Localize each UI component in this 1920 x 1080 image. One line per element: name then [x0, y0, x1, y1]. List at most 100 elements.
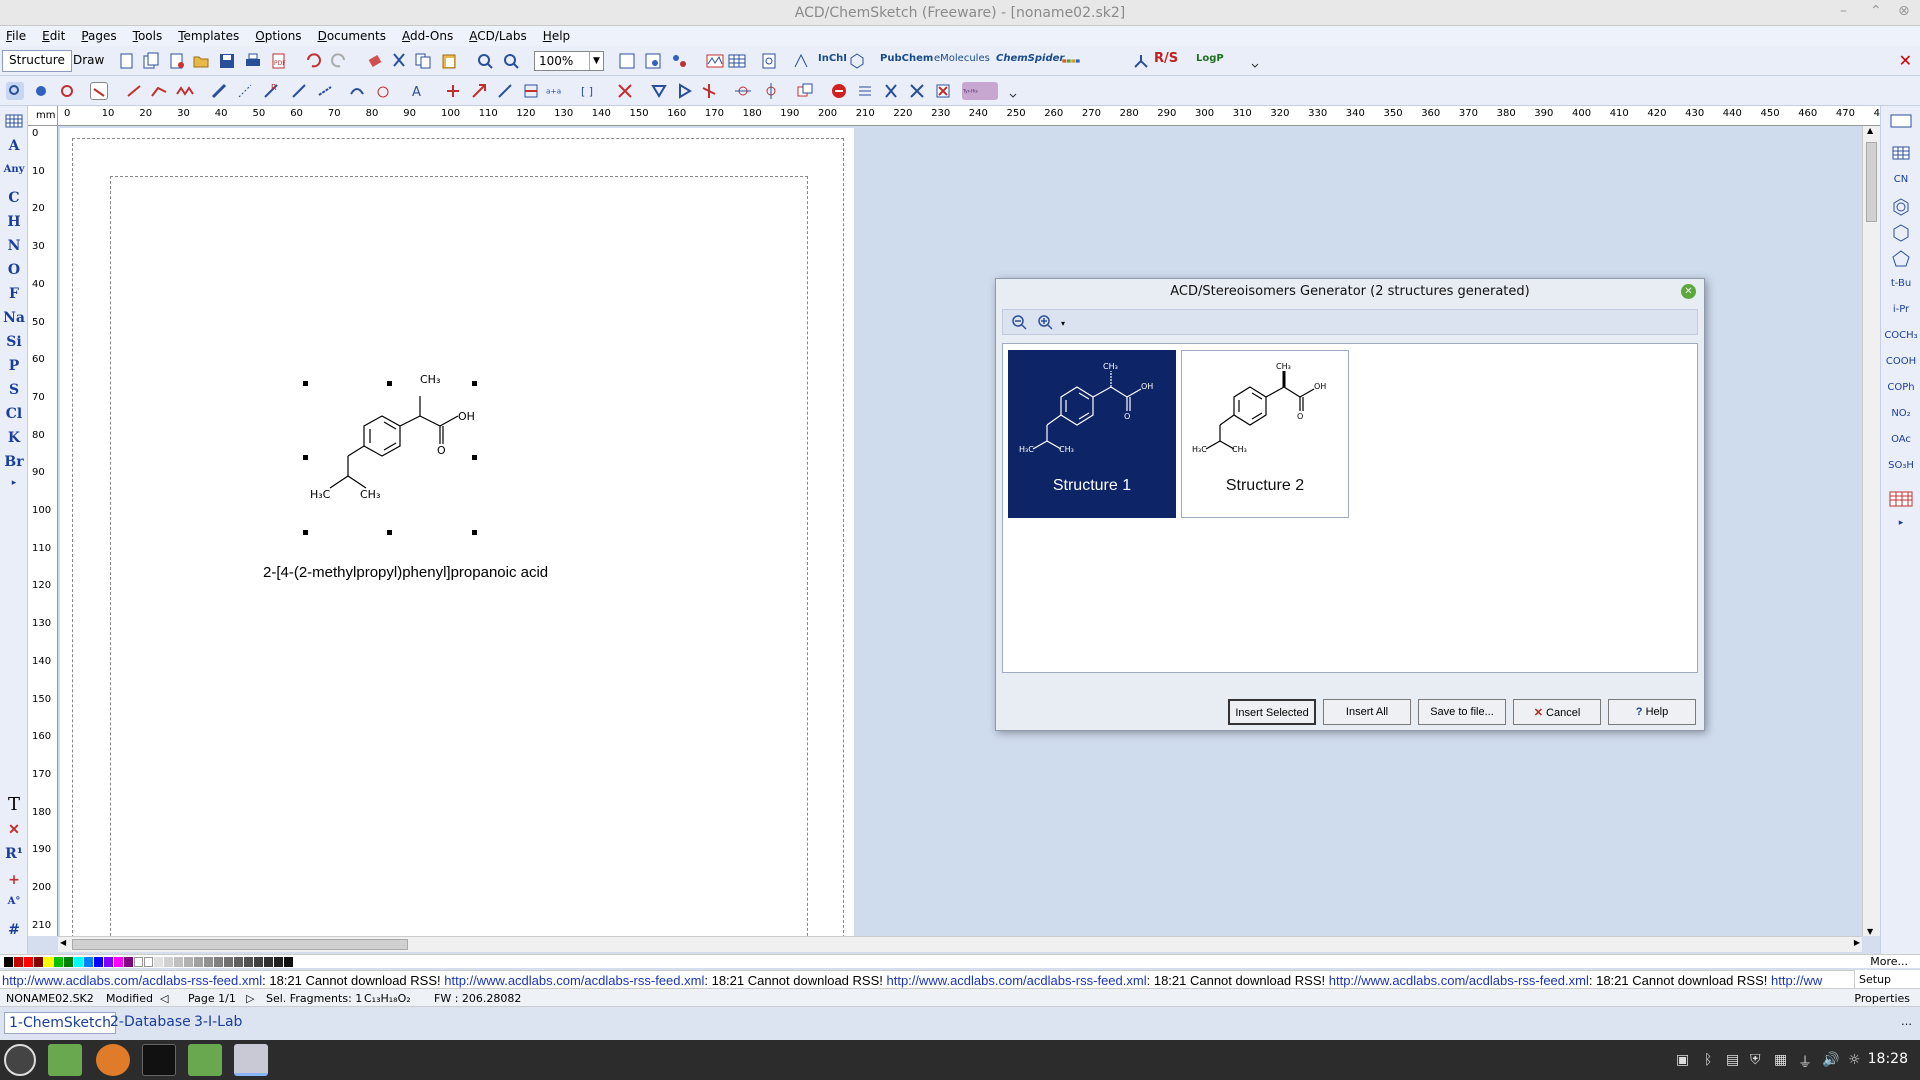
chain-icon[interactable]: [150, 82, 168, 100]
lasso-icon[interactable]: [90, 82, 108, 100]
element-k[interactable]: K: [0, 430, 28, 446]
stereo-icon[interactable]: [1132, 52, 1150, 70]
open-icon[interactable]: [192, 52, 210, 70]
molecule-model-icon[interactable]: [670, 52, 688, 70]
brightness-icon[interactable]: ☼: [1848, 1052, 1861, 1068]
update-icon[interactable]: ▦: [1774, 1052, 1787, 1068]
expand-elements-icon[interactable]: ▸: [0, 478, 28, 488]
color-swatch[interactable]: [34, 957, 43, 967]
element-br[interactable]: Br: [0, 454, 28, 470]
chemsketch-taskbar-icon[interactable]: [234, 1044, 268, 1076]
rss-url[interactable]: http://www.acdlabs.com/acdlabs-rss-feed.…: [1329, 973, 1589, 988]
save-icon[interactable]: [218, 52, 236, 70]
redo-icon[interactable]: [330, 52, 348, 70]
radical-ipr[interactable]: i-Pr: [1881, 304, 1920, 315]
network-monitor-icon[interactable]: ▣: [1676, 1052, 1689, 1068]
radical-table-icon[interactable]: [1881, 490, 1920, 511]
name-structure-icon[interactable]: [792, 52, 810, 70]
hydrogen-tool-icon[interactable]: [856, 82, 874, 100]
radical-tbu[interactable]: t-Bu: [1881, 278, 1920, 289]
dictionary-icon[interactable]: [760, 52, 778, 70]
tab-database[interactable]: 2-Database: [106, 1012, 195, 1032]
zoom-out-icon[interactable]: [1011, 314, 1027, 333]
replace-atom-icon[interactable]: a+a: [546, 82, 568, 100]
vertical-scroll-thumb[interactable]: [1866, 142, 1877, 222]
pdf-icon[interactable]: PDF: [270, 52, 288, 70]
molecule-name-label[interactable]: 2-[4-(2-methylpropyl)phenyl]propanoic ac…: [263, 564, 548, 581]
atom-properties-icon[interactable]: A°: [0, 896, 28, 907]
insert-selected-button[interactable]: Insert Selected: [1228, 699, 1316, 725]
radical-coph[interactable]: COPh: [1881, 382, 1920, 393]
more-tools-icon[interactable]: [1246, 52, 1259, 70]
color-swatch[interactable]: [14, 957, 23, 967]
reaction-icon[interactable]: R: [262, 82, 280, 100]
setup-rss-button[interactable]: Setup RSS: [1854, 970, 1920, 999]
shield-icon[interactable]: ⛨: [1750, 1052, 1761, 1068]
structure-card-2[interactable]: CH₃ OH O H₃C CH₃ Structure 2: [1181, 350, 1349, 518]
color-swatch[interactable]: [124, 957, 133, 967]
clear-atom-icon[interactable]: ✕: [0, 822, 28, 838]
color-swatch[interactable]: [134, 957, 143, 967]
chemspider-button[interactable]: ChemSpider: [996, 53, 1064, 64]
logp-button[interactable]: LogP: [1196, 53, 1224, 64]
table-icon[interactable]: [728, 52, 746, 70]
element-na[interactable]: Na: [0, 310, 28, 326]
menu-acdlabs[interactable]: ACD/Labs: [469, 29, 527, 43]
color-swatch[interactable]: [274, 957, 283, 967]
radical-cooh[interactable]: COOH: [1881, 356, 1920, 367]
color-swatch[interactable]: [194, 957, 203, 967]
element-any-atom[interactable]: A: [0, 138, 28, 154]
more-draw-tools-icon[interactable]: [1004, 82, 1017, 100]
print-icon[interactable]: [244, 52, 262, 70]
draw-bond-icon[interactable]: [126, 82, 144, 100]
firefox-icon[interactable]: [96, 1044, 130, 1076]
arrow-bond-icon[interactable]: [290, 82, 308, 100]
group-icon[interactable]: [796, 82, 814, 100]
color-swatch[interactable]: [44, 957, 53, 967]
color-swatch[interactable]: [164, 957, 173, 967]
color-swatch[interactable]: [204, 957, 213, 967]
color-swatch[interactable]: [104, 957, 113, 967]
move-vertical-icon[interactable]: [762, 82, 780, 100]
table-grid-icon[interactable]: [1881, 144, 1920, 165]
select-3d-icon[interactable]: [58, 82, 76, 100]
benzene-ring-icon[interactable]: [1881, 198, 1920, 219]
structure-template-icon[interactable]: [618, 52, 636, 70]
menu-help[interactable]: Help: [543, 29, 570, 43]
scroll-right-icon[interactable]: ▶: [1854, 938, 1860, 947]
radical-no2[interactable]: NO₂: [1881, 408, 1920, 419]
copy-page-icon[interactable]: [142, 52, 160, 70]
r-group-tool[interactable]: R¹: [0, 846, 28, 862]
rs-button[interactable]: R/S: [1154, 51, 1178, 66]
clean-structure-icon[interactable]: [348, 82, 366, 100]
radical-so3h[interactable]: SO₃H: [1881, 460, 1920, 471]
tab-chemsketch[interactable]: 1-ChemSketch: [4, 1012, 117, 1034]
ring-bond-icon[interactable]: [316, 82, 334, 100]
scroll-down-icon[interactable]: ▼: [1867, 927, 1873, 936]
new-document-icon[interactable]: [168, 52, 186, 70]
rotate-3d-icon[interactable]: [700, 82, 718, 100]
more-colors-link[interactable]: More...: [1870, 955, 1908, 968]
radical-cn[interactable]: CN: [1881, 174, 1920, 185]
bluetooth-icon[interactable]: ᛒ: [1704, 1052, 1712, 1068]
rss-url[interactable]: http://www.acdlabs.com/acdlabs-rss-feed.…: [887, 973, 1147, 988]
delete-bond-icon[interactable]: [616, 82, 634, 100]
chevron-down-icon[interactable]: ▾: [1061, 319, 1065, 328]
zoom-out-icon[interactable]: [502, 52, 520, 70]
more-tabs-icon[interactable]: …: [1901, 1015, 1912, 1028]
menu-pages[interactable]: Pages: [81, 29, 116, 43]
color-swatch[interactable]: [154, 957, 163, 967]
select-icon[interactable]: [6, 82, 24, 100]
color-swatch[interactable]: [64, 957, 73, 967]
element-p[interactable]: P: [0, 358, 28, 374]
scroll-left-icon[interactable]: ◀: [60, 938, 66, 947]
menu-documents[interactable]: Documents: [318, 29, 386, 43]
transform-icon[interactable]: [496, 82, 514, 100]
volume-icon[interactable]: 🔊: [1822, 1052, 1839, 1068]
zoom-select[interactable]: 100% ▼: [534, 51, 604, 71]
cut-icon[interactable]: [390, 52, 408, 70]
color-swatch[interactable]: [184, 957, 193, 967]
hexagon-icon[interactable]: [848, 52, 866, 70]
menu-add-ons[interactable]: Add-Ons: [402, 29, 453, 43]
color-swatch[interactable]: [214, 957, 223, 967]
